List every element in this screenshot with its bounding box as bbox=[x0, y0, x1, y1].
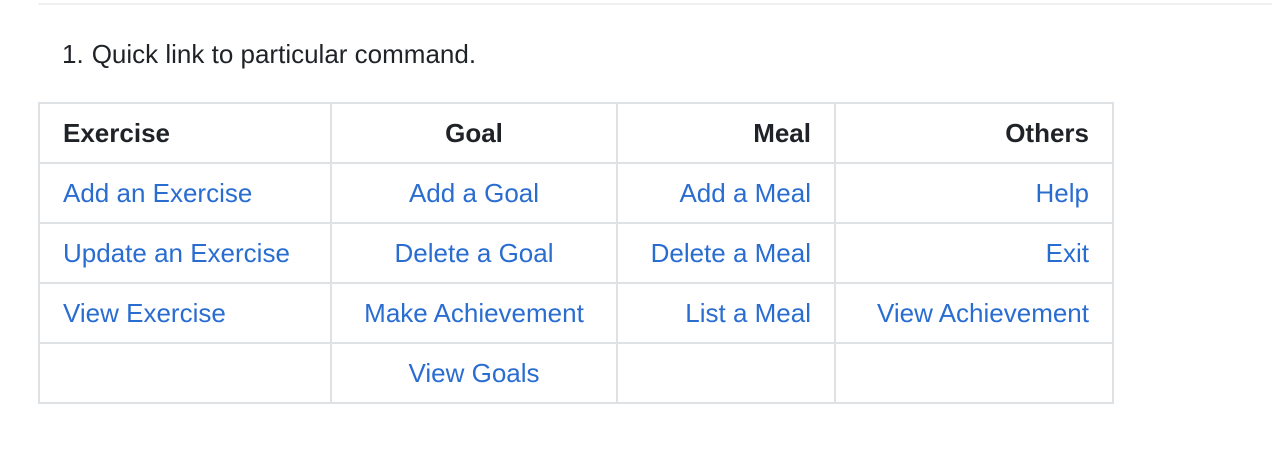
section-divider bbox=[38, 3, 1272, 5]
table-cell: Make Achievement bbox=[330, 282, 618, 344]
update-exercise-link[interactable]: Update an Exercise bbox=[63, 238, 290, 268]
table-row: Add an Exercise Add a Goal Add a Meal He… bbox=[38, 162, 1114, 224]
table-cell-empty bbox=[834, 342, 1114, 404]
table-cell: Add a Goal bbox=[330, 162, 618, 224]
help-link[interactable]: Help bbox=[1036, 178, 1089, 208]
table-cell-empty bbox=[38, 342, 332, 404]
table-cell: Add a Meal bbox=[616, 162, 836, 224]
table-row: Update an Exercise Delete a Goal Delete … bbox=[38, 222, 1114, 284]
exit-link[interactable]: Exit bbox=[1046, 238, 1089, 268]
add-exercise-link[interactable]: Add an Exercise bbox=[63, 178, 252, 208]
table-cell: Update an Exercise bbox=[38, 222, 332, 284]
table-cell: View Exercise bbox=[38, 282, 332, 344]
table-cell-empty bbox=[616, 342, 836, 404]
header-exercise: Exercise bbox=[38, 102, 332, 164]
table-row: View Exercise Make Achievement List a Me… bbox=[38, 282, 1114, 344]
table-cell: Delete a Goal bbox=[330, 222, 618, 284]
view-goals-link[interactable]: View Goals bbox=[408, 358, 539, 388]
table-cell: Delete a Meal bbox=[616, 222, 836, 284]
header-others: Others bbox=[834, 102, 1114, 164]
header-goal: Goal bbox=[330, 102, 618, 164]
table-cell: List a Meal bbox=[616, 282, 836, 344]
view-exercise-link[interactable]: View Exercise bbox=[63, 298, 226, 328]
table-cell: Help bbox=[834, 162, 1114, 224]
header-meal: Meal bbox=[616, 102, 836, 164]
add-meal-link[interactable]: Add a Meal bbox=[679, 178, 811, 208]
view-achievement-link[interactable]: View Achievement bbox=[877, 298, 1089, 328]
ordered-list-item: 1. Quick link to particular command. bbox=[62, 36, 476, 72]
table-cell: View Goals bbox=[330, 342, 618, 404]
list-item-number: 1. bbox=[62, 39, 84, 69]
make-achievement-link[interactable]: Make Achievement bbox=[364, 298, 584, 328]
add-goal-link[interactable]: Add a Goal bbox=[409, 178, 539, 208]
table-cell: View Achievement bbox=[834, 282, 1114, 344]
table-header-row: Exercise Goal Meal Others bbox=[38, 102, 1114, 164]
list-meal-link[interactable]: List a Meal bbox=[685, 298, 811, 328]
table-cell: Exit bbox=[834, 222, 1114, 284]
command-quick-link-table: Exercise Goal Meal Others Add an Exercis… bbox=[38, 102, 1114, 404]
table-cell: Add an Exercise bbox=[38, 162, 332, 224]
delete-meal-link[interactable]: Delete a Meal bbox=[651, 238, 811, 268]
table-row: View Goals bbox=[38, 342, 1114, 404]
delete-goal-link[interactable]: Delete a Goal bbox=[395, 238, 554, 268]
list-item-text: Quick link to particular command. bbox=[91, 39, 477, 69]
